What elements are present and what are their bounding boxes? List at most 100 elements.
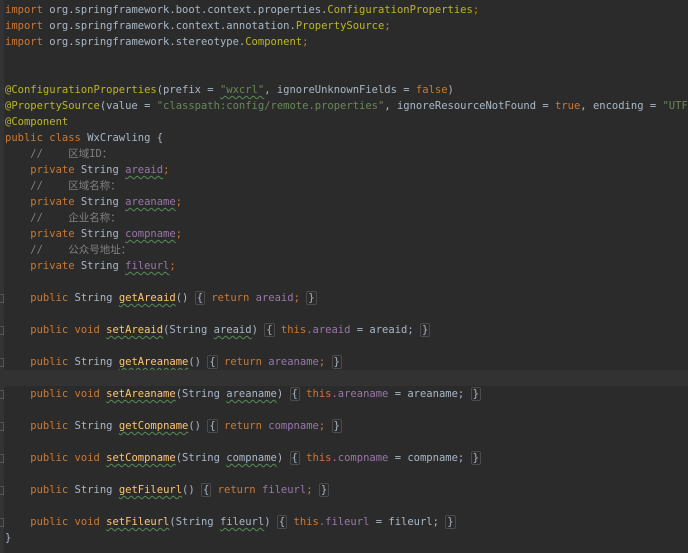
- closing-brace: }: [5, 532, 12, 544]
- params: ): [276, 452, 284, 464]
- params: (String: [175, 388, 227, 400]
- code-line-comment[interactable]: // 区域ID：: [0, 146, 688, 162]
- field-ref: compname: [268, 420, 319, 432]
- semicolon: ;: [169, 260, 176, 272]
- code-line-comment[interactable]: // 企业名称：: [0, 210, 688, 226]
- comment: // 区域ID：: [5, 148, 113, 160]
- type: String: [74, 420, 119, 432]
- fold-marker-icon[interactable]: [0, 422, 4, 431]
- type: String: [74, 484, 119, 496]
- code-line-config-properties[interactable]: @ConfigurationProperties(prefix = "wxcrl…: [0, 82, 688, 98]
- code-line-field[interactable]: private String areaname;: [0, 194, 688, 210]
- fold-marker-icon[interactable]: [0, 454, 4, 463]
- fold-marker-icon[interactable]: [0, 486, 4, 495]
- semicolon: ;: [472, 4, 480, 16]
- code-line-property-source[interactable]: @PropertySource(value = "classpath:confi…: [0, 98, 688, 114]
- brace: {: [194, 291, 206, 305]
- brace: }: [331, 419, 342, 433]
- brace: }: [318, 483, 330, 497]
- fold-marker-icon[interactable]: [0, 390, 4, 399]
- keyword: this: [306, 388, 332, 400]
- code-line-method[interactable]: public void setCompname(String compname)…: [0, 450, 688, 466]
- param-name: areaid: [213, 324, 252, 336]
- params: ): [251, 324, 258, 336]
- code-line-field[interactable]: private String fileurl;: [0, 258, 688, 274]
- keyword: private: [5, 196, 81, 208]
- keyword: return: [211, 292, 256, 304]
- type: String: [80, 196, 126, 208]
- keyword: public: [5, 356, 75, 368]
- package-path: org.springframework.stereotype.: [42, 36, 246, 48]
- keyword: public: [5, 516, 75, 528]
- semicolon: ;: [318, 420, 326, 432]
- class-ref: ConfigurationProperties: [327, 4, 473, 16]
- keyword: true: [555, 100, 581, 112]
- field-ref: .areaid: [306, 324, 351, 336]
- code-line-comment[interactable]: // 公众号地址：: [0, 242, 688, 258]
- keyword: private: [5, 164, 81, 176]
- code-line-field[interactable]: private String compname;: [0, 226, 688, 242]
- code-line-class-decl[interactable]: public class WxCrawling {: [0, 130, 688, 146]
- code-editor[interactable]: import org.springframework.boot.context.…: [0, 0, 688, 553]
- keyword: this: [293, 516, 319, 528]
- code-text: , ignoreResourceNotFound =: [384, 100, 555, 112]
- code-text: (value =: [99, 100, 157, 112]
- code-line-method[interactable]: public void setFileurl(String fileurl) {…: [0, 514, 688, 530]
- type: String: [80, 164, 126, 176]
- package-path: org.springframework.context.annotation.: [42, 20, 296, 32]
- class-ref: PropertySource: [295, 20, 385, 32]
- method-name: setCompname: [106, 452, 176, 464]
- keyword: return: [224, 420, 269, 432]
- comment: // 企业名称：: [5, 212, 121, 224]
- code-line-import-1[interactable]: import org.springframework.boot.context.…: [0, 2, 688, 18]
- code-line-method[interactable]: public void setAreaname(String areaname)…: [0, 386, 688, 402]
- code-line-method[interactable]: public String getFileurl() { return file…: [0, 482, 688, 498]
- code-line-import-3[interactable]: import org.springframework.stereotype.Co…: [0, 34, 688, 50]
- fold-marker-icon[interactable]: [0, 294, 4, 303]
- package-path: org.springframework.boot.context.propert…: [42, 4, 328, 16]
- method-name: getFileurl: [118, 484, 183, 496]
- params: (String: [175, 452, 227, 464]
- semicolon: ;: [384, 20, 391, 32]
- code-line-field[interactable]: private String areaid;: [0, 162, 688, 178]
- field-ref: .fileurl: [318, 516, 370, 528]
- code-line-method[interactable]: public String getAreaname() { return are…: [0, 354, 688, 370]
- semicolon: ;: [306, 484, 313, 496]
- code-line-method[interactable]: public String getCompname() { return com…: [0, 418, 688, 434]
- method-name: setAreaname: [106, 388, 176, 400]
- code-text: (prefix =: [156, 84, 220, 96]
- fold-marker-icon[interactable]: [0, 358, 4, 367]
- code-line-class-close[interactable]: }: [0, 530, 688, 546]
- brace: {: [289, 451, 300, 465]
- params: (String: [169, 516, 220, 528]
- keyword: return: [224, 356, 269, 368]
- keyword: public: [5, 132, 43, 144]
- semicolon: ;: [163, 164, 170, 176]
- brace: }: [331, 355, 342, 369]
- code-line-method[interactable]: public String getAreaid() { return areai…: [0, 290, 688, 306]
- field-name: fileurl: [125, 260, 170, 272]
- method-name: getCompname: [118, 420, 189, 432]
- params: (): [188, 420, 202, 432]
- caret-line[interactable]: [0, 370, 688, 386]
- params: ): [264, 516, 271, 528]
- string-literal: "classpath:config/remote.properties": [156, 100, 385, 112]
- keyword: class: [42, 132, 88, 144]
- code-line-method[interactable]: public void setAreaid(String areaid) { t…: [0, 322, 688, 338]
- keyword: public: [5, 388, 75, 400]
- keyword: public: [5, 324, 75, 336]
- field-name: areaname: [125, 196, 176, 208]
- fold-marker-icon[interactable]: [0, 518, 4, 527]
- code-line-component[interactable]: @Component: [0, 114, 688, 130]
- code-line-comment[interactable]: // 区域名称：: [0, 178, 688, 194]
- code-line-import-2[interactable]: import org.springframework.context.annot…: [0, 18, 688, 34]
- annotation: @ConfigurationProperties: [5, 84, 157, 96]
- comment: // 区域名称：: [5, 180, 121, 192]
- class-ref: Component: [245, 36, 303, 48]
- fold-marker-icon[interactable]: [0, 326, 4, 335]
- comment: // 公众号地址：: [5, 244, 132, 256]
- field-name: compname: [125, 228, 176, 240]
- brace: {: [289, 387, 300, 401]
- annotation: @PropertySource: [5, 100, 100, 112]
- param-name: areaname: [226, 388, 277, 400]
